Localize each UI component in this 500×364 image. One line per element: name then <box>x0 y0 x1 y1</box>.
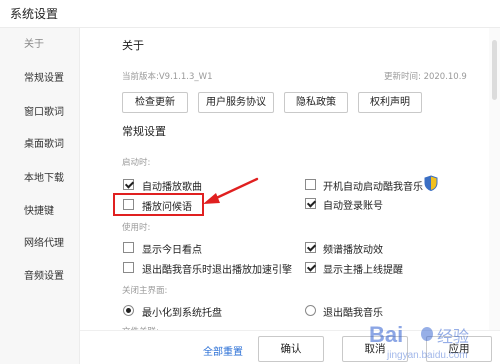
sidebar-item-general[interactable]: 常规设置 <box>0 67 80 91</box>
sidebar-item-window-lyrics[interactable]: 窗口歌词 <box>0 101 80 125</box>
title-bar: 系统设置 <box>0 0 500 28</box>
minimize-tray-radio[interactable] <box>123 305 134 316</box>
anchor-online-label: 显示主播上线提醒 <box>323 265 403 276</box>
autostart-label: 开机自动启动酷我音乐 <box>323 182 423 193</box>
svg-text:jingyan.baidu.com: jingyan.baidu.com <box>386 350 468 361</box>
in-use-label: 使用时: <box>122 223 151 233</box>
today-highlights-label: 显示今日看点 <box>142 245 202 256</box>
anchor-online-checkbox[interactable] <box>305 262 316 273</box>
sidebar-item-hotkeys[interactable]: 快捷键 <box>0 200 80 224</box>
red-arrow-icon <box>203 177 259 204</box>
check-update-button[interactable]: 检查更新 <box>122 92 188 113</box>
watermark-logo-icon: Bai 经验 jingyan.baidu.com <box>369 322 469 361</box>
greeting-checkbox[interactable] <box>123 199 134 210</box>
shield-icon <box>424 175 438 192</box>
svg-text:Bai: Bai <box>369 322 403 347</box>
settings-content: 关于 当前版本:V9.1.1.3_W1 更新时间: 2020.10.9 检查更新… <box>80 28 500 364</box>
autoplay-checkbox[interactable] <box>123 179 134 190</box>
update-time-text: 更新时间: 2020.10.9 <box>384 72 467 82</box>
general-heading: 常规设置 <box>122 125 166 138</box>
exit-accelerator-checkbox[interactable] <box>123 262 134 273</box>
sidebar-item-audio[interactable]: 音频设置 <box>0 265 80 289</box>
version-text: 当前版本:V9.1.1.3_W1 <box>122 72 213 82</box>
auto-login-checkbox[interactable] <box>305 198 316 209</box>
close-main-label: 关闭主界面: <box>122 286 168 296</box>
exit-app-radio[interactable] <box>305 305 316 316</box>
about-heading: 关于 <box>122 39 144 52</box>
reset-all-link[interactable]: 全部重置 <box>203 343 243 358</box>
sidebar-item-local-download[interactable]: 本地下载 <box>0 167 80 191</box>
window-title: 系统设置 <box>10 7 59 21</box>
minimize-tray-label: 最小化到系统托盘 <box>142 308 222 319</box>
startup-label: 启动时: <box>122 158 151 168</box>
user-agreement-button[interactable]: 用户服务协议 <box>198 92 274 113</box>
exit-accelerator-label: 退出酷我音乐时退出播放加速引擎 <box>142 265 292 276</box>
spectrum-effect-checkbox[interactable] <box>305 242 316 253</box>
privacy-policy-button[interactable]: 隐私政策 <box>284 92 348 113</box>
confirm-button[interactable]: 确认 <box>258 336 324 362</box>
rights-statement-button[interactable]: 权利声明 <box>358 92 422 113</box>
auto-login-label: 自动登录账号 <box>323 201 383 212</box>
today-highlights-checkbox[interactable] <box>123 242 134 253</box>
settings-sidebar: 关于 常规设置 窗口歌词 桌面歌词 本地下载 快捷键 网络代理 音频设置 <box>0 28 80 364</box>
sidebar-item-network-proxy[interactable]: 网络代理 <box>0 232 80 256</box>
baidu-jingyan-watermark: Bai 经验 jingyan.baidu.com <box>365 316 495 364</box>
autostart-checkbox[interactable] <box>305 179 316 190</box>
spectrum-effect-label: 频谱播放动效 <box>323 245 383 256</box>
svg-text:经验: 经验 <box>437 327 469 346</box>
autoplay-label: 自动播放歌曲 <box>142 182 202 193</box>
sidebar-item-about[interactable]: 关于 <box>0 33 80 57</box>
scrollbar-thumb[interactable] <box>492 40 497 100</box>
sidebar-item-desktop-lyrics[interactable]: 桌面歌词 <box>0 133 80 157</box>
greeting-label: 播放问候语 <box>142 202 192 213</box>
